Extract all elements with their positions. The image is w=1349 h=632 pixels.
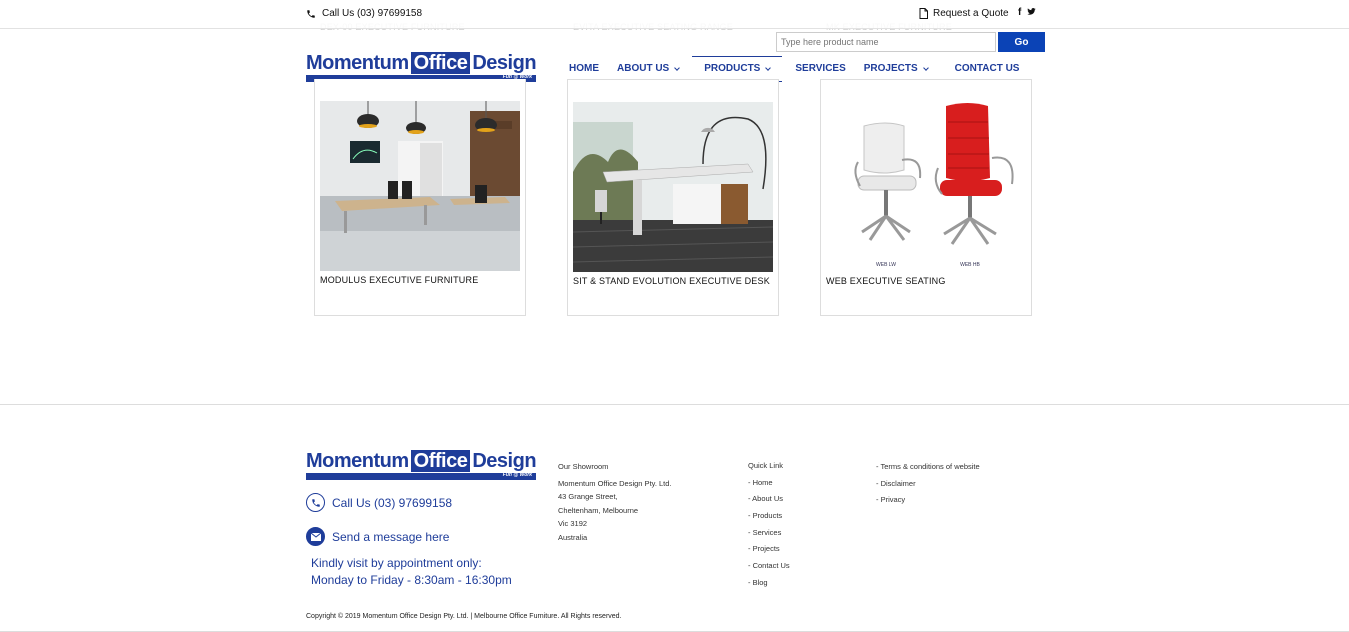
- address-line: 43 Grange Street,: [558, 492, 618, 501]
- top-phone-text: Call Us (03) 97699158: [322, 8, 423, 19]
- copyright-text: Copyright © 2019 Momentum Office Design …: [306, 613, 622, 620]
- chair-label: WEB LW: [876, 262, 896, 268]
- chevron-down-icon: [674, 64, 681, 71]
- legal-link-terms[interactable]: - Terms & conditions of website: [876, 462, 980, 479]
- quick-link-contact[interactable]: - Contact Us: [748, 561, 790, 578]
- request-quote-text: Request a Quote: [933, 8, 1009, 19]
- quick-link-about[interactable]: - About Us: [748, 494, 790, 511]
- product-search-input[interactable]: [776, 32, 996, 52]
- logo-word: Momentum: [306, 450, 409, 472]
- chair-label: WEB HB: [960, 262, 980, 268]
- product-title[interactable]: SIT & STAND EVOLUTION EXECUTIVE DESK: [573, 276, 770, 286]
- twitter-icon[interactable]: [1027, 7, 1036, 16]
- footer-message-text: Send a message here: [332, 529, 450, 544]
- logo-tagline: Fun @ Work: [502, 472, 532, 478]
- footer-phone-link[interactable]: Call Us (03) 97699158: [306, 493, 452, 512]
- product-image-office: [320, 101, 520, 271]
- legal-link-disclaimer[interactable]: - Disclaimer: [876, 479, 980, 496]
- logo-word: Design: [472, 450, 537, 472]
- address-line: Cheltenham, Melbourne: [558, 505, 639, 515]
- legal-links: - Terms & conditions of website - Discla…: [876, 462, 980, 512]
- logo-word: Design: [472, 52, 537, 74]
- product-card-modulus[interactable]: MODULUS EXECUTIVE FURNITURE: [314, 79, 526, 316]
- quick-link-blog[interactable]: - Blog: [748, 578, 790, 595]
- logo-word: Office: [410, 450, 471, 472]
- footer-logo[interactable]: Momentum Office Design Fun @ Work: [306, 450, 537, 482]
- product-card-web-seating[interactable]: WEB LW WEB HB WEB EXECUTIVE SEATING: [820, 79, 1032, 316]
- document-icon: [919, 8, 928, 19]
- address-line: Australia: [558, 532, 588, 542]
- quick-link-services[interactable]: - Services: [748, 528, 790, 545]
- phone-icon: [307, 9, 315, 18]
- logo-bar: [306, 473, 536, 480]
- quick-link-home[interactable]: - Home: [748, 478, 790, 495]
- logo-text: Momentum Office Design: [306, 450, 537, 472]
- product-card-sit-stand[interactable]: SIT & STAND EVOLUTION EXECUTIVE DESK: [567, 79, 779, 316]
- envelope-icon: [306, 527, 325, 546]
- social-links: f: [1018, 7, 1036, 18]
- product-image-desk: [573, 102, 773, 272]
- product-title[interactable]: MODULUS EXECUTIVE FURNITURE: [320, 275, 478, 285]
- product-image-chairs: WEB LW WEB HB: [826, 102, 1026, 272]
- quick-link-projects[interactable]: - Projects: [748, 544, 790, 561]
- visit-line: Kindly visit by appointment only:: [311, 556, 482, 570]
- search-go-button[interactable]: Go: [998, 32, 1045, 52]
- quick-link-heading: Quick Link: [748, 461, 784, 470]
- chevron-down-icon: [922, 64, 929, 71]
- logo-word: Office: [410, 52, 471, 74]
- address-line: Momentum Office Design Pty. Ltd.: [558, 478, 672, 488]
- address-line: Vic 3192: [558, 519, 588, 528]
- hours-line: Monday to Friday - 8:30am - 16:30pm: [311, 573, 512, 587]
- showroom-heading: Our Showroom: [558, 462, 609, 471]
- showroom-address: Our Showroom Momentum Office Design Pty.…: [558, 460, 672, 544]
- legal-link-privacy[interactable]: - Privacy: [876, 495, 980, 512]
- facebook-icon[interactable]: f: [1018, 7, 1021, 18]
- quick-link-products[interactable]: - Products: [748, 511, 790, 528]
- phone-icon: [306, 493, 325, 512]
- top-bar: Call Us (03) 97699158 Request a Quote f: [0, 0, 1349, 29]
- top-phone-link[interactable]: Call Us (03) 97699158: [306, 8, 422, 19]
- chevron-down-icon: [765, 64, 772, 71]
- footer-divider: [0, 404, 1349, 405]
- product-title[interactable]: WEB EXECUTIVE SEATING: [826, 276, 946, 286]
- quick-links: Quick Link - Home - About Us - Products …: [748, 461, 790, 595]
- logo-text: Momentum Office Design: [306, 52, 537, 74]
- footer-message-link[interactable]: Send a message here: [306, 527, 449, 546]
- footer-phone-text: Call Us (03) 97699158: [332, 495, 453, 510]
- request-quote-link[interactable]: Request a Quote: [919, 8, 1009, 19]
- logo-word: Momentum: [306, 52, 409, 74]
